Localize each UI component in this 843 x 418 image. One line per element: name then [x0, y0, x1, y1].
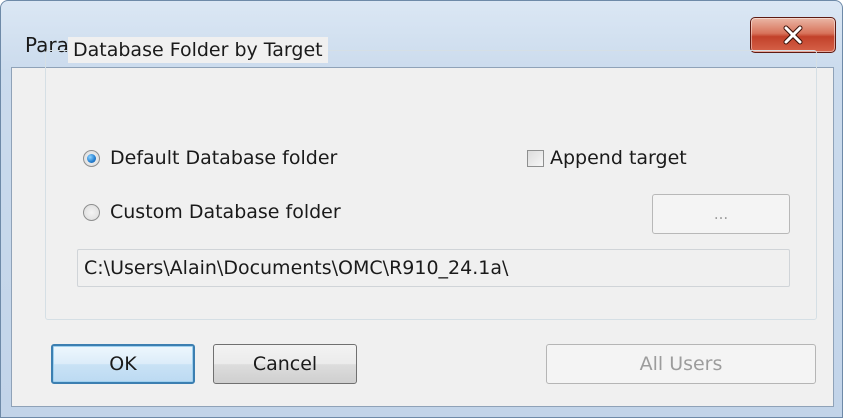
checkbox-unchecked[interactable] — [527, 149, 544, 167]
cancel-button[interactable]: Cancel — [213, 344, 357, 384]
database-path-field[interactable]: C:\Users\Alain\Documents\OMC\R910_24.1a\ — [77, 249, 790, 287]
radio-dot — [87, 153, 96, 163]
custom-database-folder-label: Custom Database folder — [110, 201, 341, 223]
all-users-button[interactable]: All Users — [546, 344, 816, 384]
ok-button[interactable]: OK — [51, 344, 195, 384]
default-database-folder-label: Default Database folder — [110, 147, 338, 169]
groupbox-title: Database Folder by Target — [68, 37, 328, 63]
radio-selected[interactable] — [83, 149, 100, 167]
radio-unselected[interactable] — [83, 203, 100, 221]
default-database-folder-radio[interactable]: Default Database folder — [83, 147, 337, 169]
browse-button[interactable]: ... — [652, 194, 790, 234]
append-target-label: Append target — [550, 147, 687, 169]
custom-database-folder-radio[interactable]: Custom Database folder — [83, 201, 341, 223]
append-target-checkbox[interactable]: Append target — [527, 147, 687, 169]
close-x-icon — [783, 25, 803, 45]
close-button[interactable] — [750, 17, 836, 53]
